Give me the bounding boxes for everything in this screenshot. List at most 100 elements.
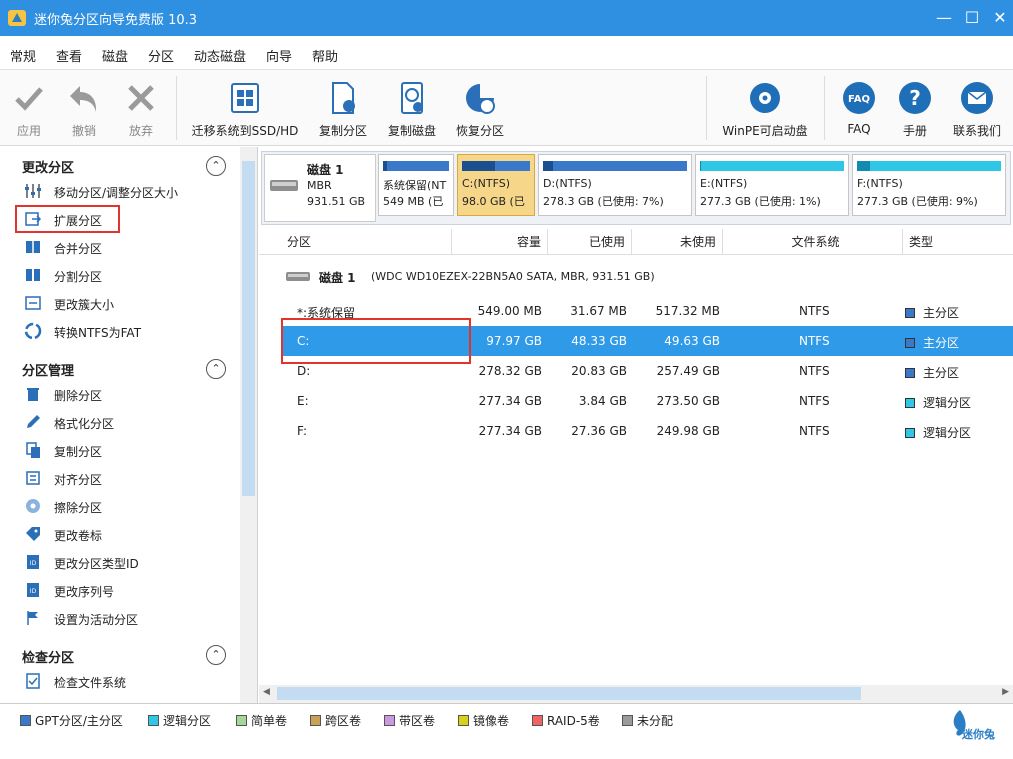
menu-help[interactable]: 帮助 xyxy=(312,46,338,65)
collapse-icon[interactable]: ⌃ xyxy=(206,156,226,176)
toolbar-separator xyxy=(706,76,707,140)
disk-row[interactable]: 磁盘 1 (WDC WD10EZEX-22BN5A0 SATA, MBR, 93… xyxy=(285,267,1005,287)
recover-partition-icon xyxy=(466,84,495,114)
horizontal-scroll-thumb[interactable] xyxy=(277,687,861,700)
id-card-icon: ID xyxy=(27,555,39,569)
column-header-capacity[interactable]: 容量 xyxy=(452,229,548,255)
scroll-right-icon[interactable]: ▶ xyxy=(1002,687,1009,697)
sidebar-item-split-partition[interactable]: 分割分区 xyxy=(22,265,232,287)
help-question-icon: ? xyxy=(899,82,931,114)
menu-general[interactable]: 常规 xyxy=(10,46,36,65)
copy-icon xyxy=(26,442,40,458)
contact-us-button[interactable]: 联系我们 xyxy=(946,70,1008,146)
apply-button[interactable]: 应用 xyxy=(4,70,54,146)
discard-x-icon xyxy=(128,85,154,111)
wipe-disc-icon xyxy=(26,499,40,513)
table-header: 分区 容量 已使用 未使用 文件系统 类型 xyxy=(259,229,1013,255)
column-header-unused[interactable]: 未使用 xyxy=(632,229,723,255)
legend-swatch xyxy=(20,715,31,726)
usage-bar xyxy=(462,161,530,171)
window-title: 迷你兔分区向导免费版 10.3 xyxy=(34,13,198,28)
sidebar-item-copy-partition[interactable]: 复制分区 xyxy=(22,440,232,462)
sidebar-item-align-partition[interactable]: 对齐分区 xyxy=(22,468,232,490)
manual-button[interactable]: ? 手册 xyxy=(892,70,938,146)
tag-icon xyxy=(26,527,40,541)
toolbar-separator xyxy=(176,76,177,140)
legend-swatch xyxy=(236,715,247,726)
partition-block[interactable]: E:(NTFS) 277.3 GB (已使用: 1%) xyxy=(695,154,849,216)
discard-button[interactable]: 放弃 xyxy=(114,70,168,146)
svg-text:ID: ID xyxy=(30,588,37,595)
minimize-icon[interactable]: — xyxy=(932,6,956,30)
disk-info-block[interactable]: 磁盘 1 MBR 931.51 GB xyxy=(264,154,376,222)
sidebar-item-set-active[interactable]: 设置为活动分区 xyxy=(22,608,232,630)
checkmark-icon xyxy=(15,87,43,111)
menu-wizard[interactable]: 向导 xyxy=(266,46,292,65)
sidebar-item-wipe-partition[interactable]: 擦除分区 xyxy=(22,496,232,518)
undo-icon xyxy=(70,86,97,112)
cluster-size-icon xyxy=(25,296,41,310)
collapse-icon[interactable]: ⌃ xyxy=(206,359,226,379)
winpe-bootable-button[interactable]: WinPE可启动盘 xyxy=(716,70,814,146)
align-icon xyxy=(26,471,40,485)
sidebar-item-change-cluster-size[interactable]: 更改簇大小 xyxy=(22,293,232,315)
horizontal-scrollbar[interactable]: ◀ ▶ xyxy=(259,685,1013,703)
sidebar-scroll-thumb[interactable] xyxy=(242,161,255,496)
partition-block-selected[interactable]: C:(NTFS) 98.0 GB (已 xyxy=(457,154,535,216)
close-icon[interactable]: ✕ xyxy=(988,6,1012,30)
section-title-check-partition: 检查分区 xyxy=(22,651,75,666)
migrate-os-button[interactable]: 迁移系统到SSD/HD xyxy=(188,70,302,146)
collapse-icon[interactable]: ⌃ xyxy=(206,645,226,665)
sidebar-item-delete-partition[interactable]: 删除分区 xyxy=(22,384,232,406)
menu-disk[interactable]: 磁盘 xyxy=(102,46,128,65)
legend-item: 跨区卷 xyxy=(310,712,361,729)
svg-text:?: ? xyxy=(909,86,921,110)
legend-item: 简单卷 xyxy=(236,712,287,729)
sidebar-item-change-label[interactable]: 更改卷标 xyxy=(22,524,232,546)
partition-block[interactable]: 系统保留(NT 549 MB (已 xyxy=(378,154,454,216)
sidebar-item-format-partition[interactable]: 格式化分区 xyxy=(22,412,232,434)
toolbar: 应用 撤销 放弃 迁移系统到SSD/HD 复制分区 复制磁盘 恢复分区 WinP… xyxy=(0,70,1013,146)
brand-logo: 迷你兔 xyxy=(948,708,1008,744)
type-color-swatch xyxy=(905,308,915,318)
copy-disk-button[interactable]: 复制磁盘 xyxy=(380,70,444,146)
table-row[interactable]: E: 277.34 GB 3.84 GB 273.50 GB NTFS 逻辑分区 xyxy=(281,386,1013,416)
svg-text:ID: ID xyxy=(30,560,37,567)
maximize-icon[interactable]: ☐ xyxy=(960,6,984,30)
usage-bar xyxy=(383,161,449,171)
usage-fill xyxy=(857,161,870,171)
faq-button[interactable]: FAQ FAQ xyxy=(836,70,882,146)
cd-disc-icon xyxy=(750,83,780,113)
sidebar-scrollbar[interactable] xyxy=(240,147,257,703)
check-filesystem-icon xyxy=(26,673,40,689)
recover-partition-button[interactable]: 恢复分区 xyxy=(448,70,512,146)
type-color-swatch xyxy=(905,398,915,408)
sidebar-item-check-filesystem[interactable]: 检查文件系统 xyxy=(22,671,232,693)
sidebar-item-merge-partition[interactable]: 合并分区 xyxy=(22,237,232,259)
sidebar-item-move-resize[interactable]: 移动分区/调整分区大小 xyxy=(22,181,232,203)
scroll-left-icon[interactable]: ◀ xyxy=(263,687,270,697)
highlight-c-partition-row xyxy=(281,318,471,364)
column-header-partition[interactable]: 分区 xyxy=(281,229,452,255)
menu-view[interactable]: 查看 xyxy=(56,46,82,65)
column-header-used[interactable]: 已使用 xyxy=(548,229,632,255)
sidebar-item-convert-ntfs-fat[interactable]: 转换NTFS为FAT xyxy=(22,321,232,343)
column-header-filesystem[interactable]: 文件系统 xyxy=(723,229,903,255)
menu-bar: 常规 查看 磁盘 分区 动态磁盘 向导 帮助 xyxy=(0,36,1013,70)
column-header-type[interactable]: 类型 xyxy=(903,229,1013,255)
legend-swatch xyxy=(622,715,633,726)
table-row[interactable]: F: 277.34 GB 27.36 GB 249.98 GB NTFS 逻辑分… xyxy=(281,416,1013,446)
menu-dynamic-disk[interactable]: 动态磁盘 xyxy=(194,46,246,65)
menu-partition[interactable]: 分区 xyxy=(148,46,174,65)
disk-style: MBR xyxy=(307,179,332,192)
copy-partition-button[interactable]: 复制分区 xyxy=(310,70,376,146)
partition-block[interactable]: F:(NTFS) 277.3 GB (已使用: 9%) xyxy=(852,154,1006,216)
sidebar-item-change-serial[interactable]: ID 更改序列号 xyxy=(22,580,232,602)
brand-name: 迷你兔 xyxy=(962,728,995,741)
legend-item: GPT分区/主分区 xyxy=(20,712,123,729)
partition-block[interactable]: D:(NTFS) 278.3 GB (已使用: 7%) xyxy=(538,154,692,216)
sidebar-item-change-type-id[interactable]: ID 更改分区类型ID xyxy=(22,552,232,574)
disk-row-description: (WDC WD10EZEX-22BN5A0 SATA, MBR, 931.51 … xyxy=(371,270,655,283)
undo-button[interactable]: 撤销 xyxy=(58,70,110,146)
usage-bar xyxy=(700,161,844,171)
